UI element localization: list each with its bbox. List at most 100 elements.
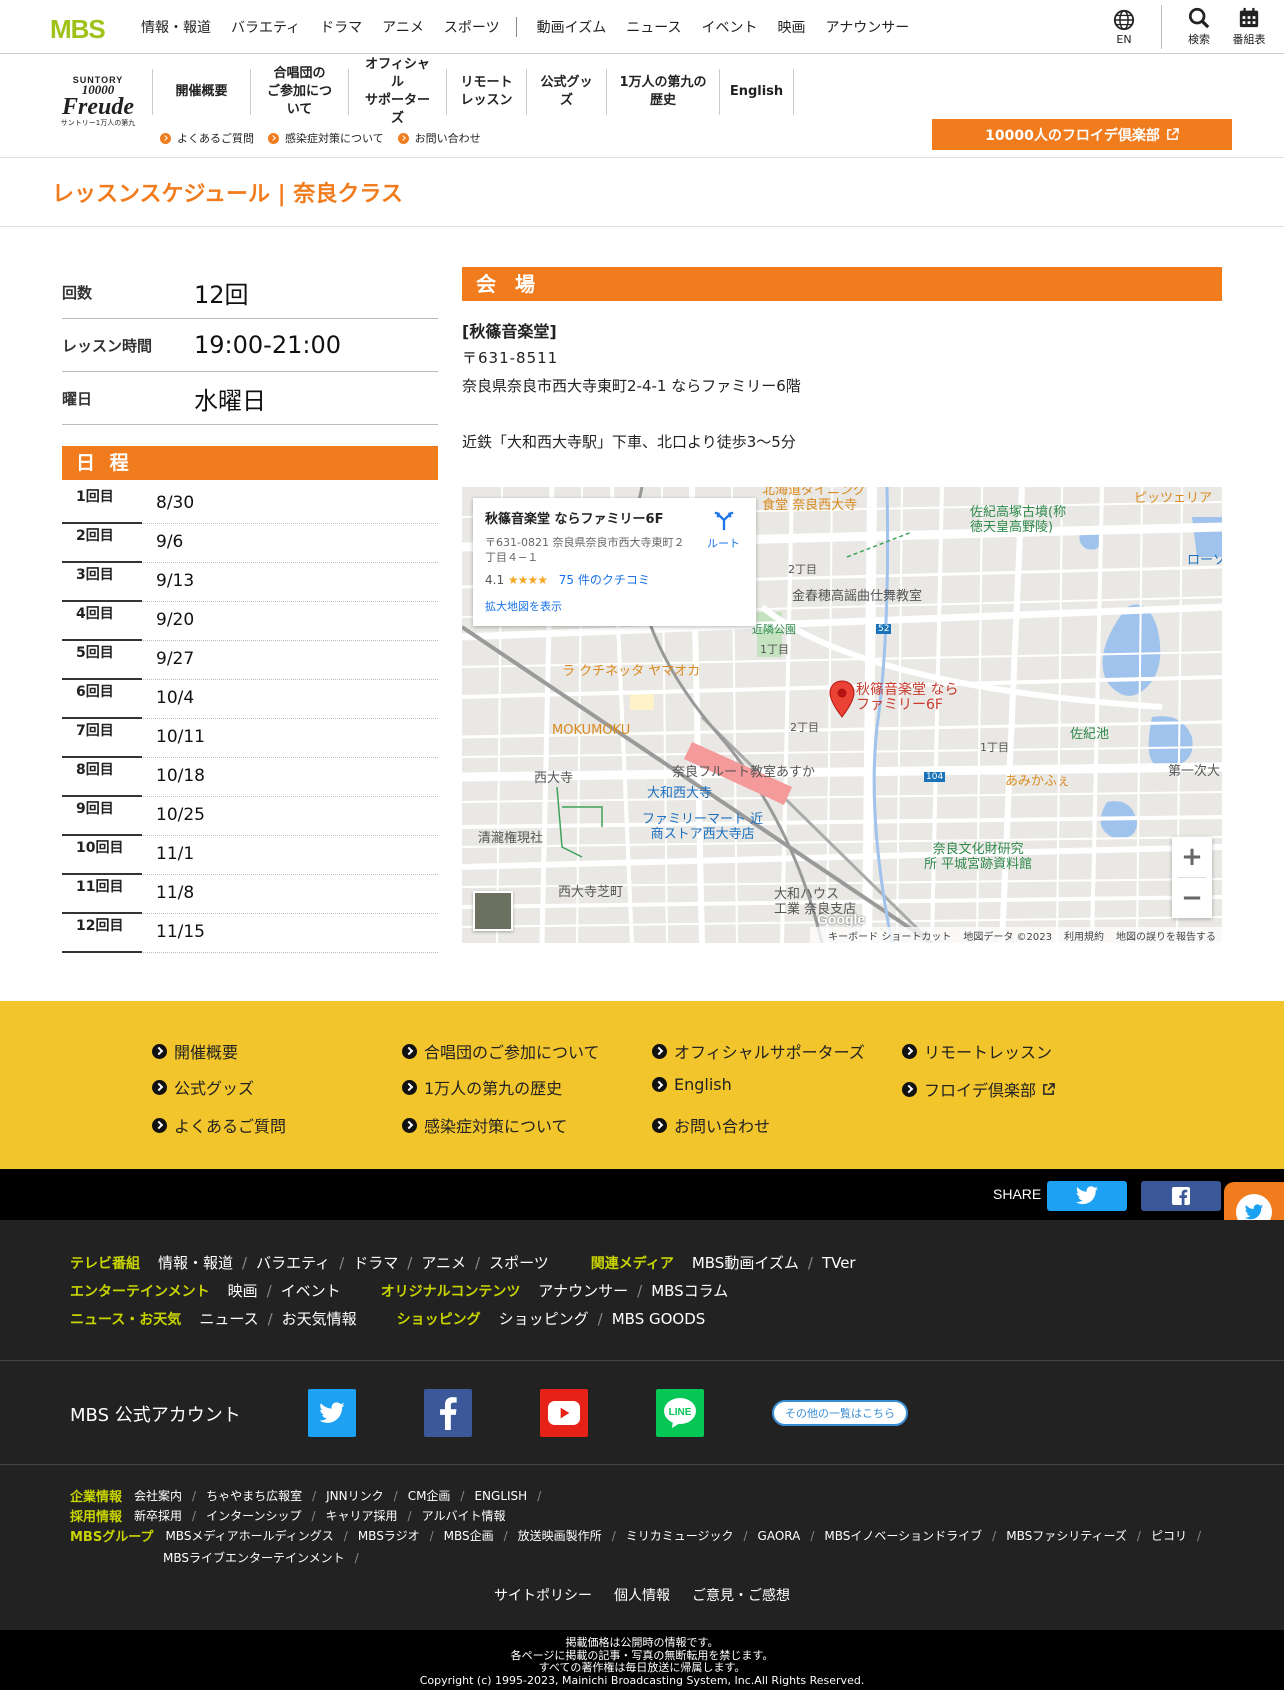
footer-link[interactable]: アニメ [421,1252,466,1273]
footer-link[interactable]: バラエティ [256,1252,330,1273]
footer-link[interactable]: アナウンサー [538,1280,628,1301]
nav-divider [515,17,517,37]
footer-link[interactable]: ちゃやまち広報室 [206,1487,302,1504]
footer-link[interactable]: 情報・報道 [158,1252,233,1273]
footer-link[interactable]: ニュース [199,1308,258,1329]
mbs-nav-item[interactable]: ニュース [626,17,681,37]
footer-link[interactable]: MBSコラム [651,1280,728,1301]
zoom-out-button[interactable]: − [1172,878,1212,918]
account-facebook-button[interactable] [424,1389,472,1437]
footer-link-faq[interactable]: よくあるご質問 [152,1113,286,1137]
nav-history[interactable]: 1万人の第九の 歴史 [606,69,719,115]
nav-overview[interactable]: 開催概要 [152,69,250,115]
mbs-nav-item[interactable]: アニメ [382,17,424,37]
footer-link[interactable]: ピコリ [1151,1527,1187,1544]
account-youtube-button[interactable] [540,1389,588,1437]
arrow-circle-icon [402,1079,417,1095]
footer-link[interactable]: 会社案内 [134,1487,182,1504]
share-facebook-button[interactable] [1141,1181,1221,1211]
mbs-nav-item[interactable]: スポーツ [444,17,500,37]
footer-link[interactable]: MBSメディアホールディングス [165,1527,333,1544]
terms-link[interactable]: 利用規約 [1064,928,1104,943]
footer-link-english[interactable]: English [652,1075,732,1094]
language-button[interactable]: EN [1099,0,1149,54]
footer-link-remote[interactable]: リモートレッスン [902,1039,1052,1063]
share-twitter-button[interactable] [1047,1181,1127,1211]
footer-link[interactable]: 映画 [228,1280,258,1301]
map-label: 北海道ダイニング 食堂 奈良西大寺 [762,487,867,513]
site-policy-link[interactable]: サイトポリシー [494,1585,592,1605]
footer-link[interactable]: CM企画 [408,1487,451,1504]
nav-participation[interactable]: 合唱団の ご参加について [250,66,348,117]
mbs-nav-item[interactable]: ドラマ [320,17,362,37]
footer-link[interactable]: 新卒採用 [134,1507,182,1524]
schedule-button[interactable]: 番組表 [1224,0,1274,54]
schedule-row: 2回目 9/6 [62,524,438,563]
footer-link[interactable]: TVer [822,1254,856,1272]
mbs-nav-item[interactable]: イベント [702,17,758,37]
mbs-nav-item[interactable]: 情報・報道 [141,17,211,37]
nav-remote-lesson[interactable]: リモート レッスン [446,69,526,115]
report-error-link[interactable]: 地図の誤りを報告する [1116,928,1216,943]
footer-link[interactable]: GAORA [758,1529,801,1543]
mbs-nav-item[interactable]: バラエティ [231,17,300,37]
footer-link-overview[interactable]: 開催概要 [152,1039,238,1063]
privacy-link[interactable]: 個人情報 [614,1585,670,1605]
footer-link-supporters[interactable]: オフィシャルサポーターズ [652,1039,865,1063]
footer-link[interactable]: ショッピング [499,1308,589,1329]
footer-link-infection[interactable]: 感染症対策について [402,1113,568,1137]
freude-logo[interactable]: SUNTORY 10000 Freude サントリー1万人の第九 [52,75,144,131]
footer-link[interactable]: 放送映画製作所 [518,1527,602,1544]
separator: / [503,1528,508,1543]
footer-link[interactable]: ドラマ [353,1252,398,1273]
other-accounts-button[interactable]: その他の一覧はこちら [772,1400,908,1426]
footer-link[interactable]: キャリア採用 [326,1507,398,1524]
nav-goods[interactable]: 公式グッズ [526,69,606,115]
google-map[interactable]: 金春穂高謡曲仕舞教室 ラ クチネッタ ヤマオカ MOKUMOKU 西大寺 奈良フ… [462,487,1222,943]
reviews-link[interactable]: 75 件のクチコミ [559,573,650,587]
footer-link[interactable]: お天気情報 [282,1308,357,1329]
footer-link[interactable]: MBS企画 [444,1527,494,1544]
account-twitter-button[interactable] [308,1389,356,1437]
account-line-button[interactable]: LINE [656,1389,704,1437]
sub-nav-infection[interactable]: 感染症対策について [268,130,384,146]
footer-link[interactable]: MBS GOODS [612,1310,706,1328]
sub-nav-contact[interactable]: お問い合わせ [397,130,481,146]
mbs-nav-item[interactable]: 動画イズム [537,17,607,37]
map-pin-icon[interactable] [828,680,856,718]
venue-heading: 会 場 [462,267,1222,301]
footer-link[interactable]: インターンシップ [206,1507,301,1524]
footer-link[interactable]: JNNリンク [326,1487,384,1504]
zoom-in-button[interactable]: + [1172,837,1212,877]
footer-category: MBSグループ [70,1530,154,1545]
nav-supporters[interactable]: オフィシャル サポーターズ [348,57,446,126]
footer-link-goods[interactable]: 公式グッズ [152,1075,254,1099]
footer-link[interactable]: アルバイト情報 [422,1507,506,1524]
mbs-nav-item[interactable]: 映画 [778,17,806,37]
sub-nav-faq[interactable]: よくあるご質問 [160,130,254,146]
footer-link[interactable]: イベント [281,1280,341,1301]
footer-link-contact[interactable]: お問い合わせ [652,1113,770,1137]
footer-link[interactable]: MBS動画イズム [692,1252,799,1273]
route-button[interactable]: ルート [707,510,740,551]
nav-english[interactable]: English [719,69,794,115]
footer-link[interactable]: MBSイノベーションドライブ [824,1527,982,1544]
footer-link[interactable]: スポーツ [489,1252,549,1273]
footer-link-participation[interactable]: 合唱団のご参加について [402,1039,600,1063]
footer-link-club[interactable]: フロイデ倶楽部 [902,1077,1055,1101]
mbs-logo[interactable]: MBS [50,14,106,45]
mbs-nav-item[interactable]: アナウンサー [826,17,910,37]
feedback-link[interactable]: ご意見・ご感想 [692,1585,790,1605]
footer-link[interactable]: ENGLISH [474,1489,527,1503]
footer-link[interactable]: ミリカミュージック [626,1527,734,1544]
footer-link[interactable]: MBSラジオ [358,1527,420,1544]
footer-link[interactable]: MBSファシリティーズ [1006,1527,1127,1544]
keyboard-shortcuts-link[interactable]: キーボード ショートカット [828,928,951,943]
satellite-toggle[interactable] [473,891,513,931]
footer-link[interactable]: MBSライブエンターテインメント [163,1549,345,1566]
search-button[interactable]: 検索 [1174,0,1224,54]
separator: / [267,1309,273,1328]
freude-club-button[interactable]: 10000人のフロイデ倶楽部 [932,119,1232,150]
footer-link-history[interactable]: 1万人の第九の歴史 [402,1075,562,1099]
enlarge-map-link[interactable]: 拡大地図を表示 [485,598,744,614]
